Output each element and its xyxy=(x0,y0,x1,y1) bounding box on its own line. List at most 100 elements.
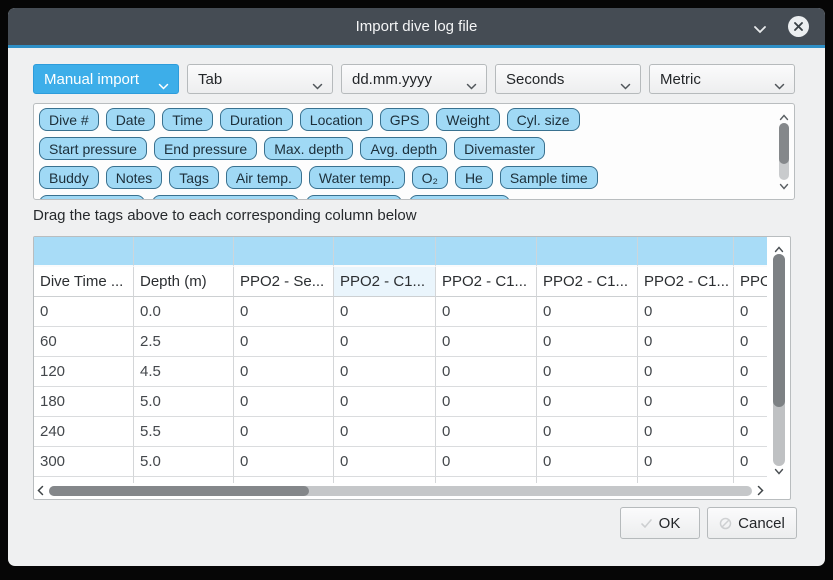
tag-panel-scrollbar[interactable] xyxy=(777,108,791,195)
table-cell: 0 xyxy=(334,417,436,447)
tag-buddy[interactable]: Buddy xyxy=(39,166,99,189)
column-drop-target[interactable] xyxy=(334,237,436,267)
tag-o[interactable]: O₂ xyxy=(412,166,448,189)
scrollbar-thumb[interactable] xyxy=(773,254,785,407)
table-cell: 0 xyxy=(334,447,436,477)
table-cell: 0 xyxy=(537,327,638,357)
field-separator-select[interactable]: Tab xyxy=(187,64,333,94)
tag-sample-cns[interactable]: Sample CNS xyxy=(409,195,510,200)
units-select[interactable]: Metric xyxy=(649,64,795,94)
scroll-right-icon[interactable] xyxy=(757,485,764,496)
tag-sample-po[interactable]: Sample pO₂ xyxy=(306,195,401,200)
titlebar-chevron-down-icon[interactable] xyxy=(753,21,767,39)
tag-cyl-size[interactable]: Cyl. size xyxy=(507,108,580,131)
table-cell: 0 xyxy=(734,297,767,327)
column-header[interactable]: PPO2 - Se... xyxy=(234,267,334,297)
tag-duration[interactable]: Duration xyxy=(220,108,293,131)
chevron-down-icon xyxy=(466,77,477,94)
column-header[interactable]: PPO2 - C1... xyxy=(436,267,537,297)
tag-date[interactable]: Date xyxy=(106,108,156,131)
column-drop-target[interactable] xyxy=(34,237,134,267)
cancel-button[interactable]: Cancel xyxy=(707,507,797,539)
table-row: 00.0000000 xyxy=(34,297,767,327)
tag-row: Dive # Date Time Duration Location GPS Weight C… xyxy=(39,108,766,131)
tag-panel: Dive # Date Time Duration Location GPS Weight C… xyxy=(33,103,795,200)
table-cell: 0 xyxy=(436,357,537,387)
table-row: 602.5000000 xyxy=(34,327,767,357)
table-cell: 0 xyxy=(537,387,638,417)
table-cell: 0 xyxy=(334,357,436,387)
table-cell: 2.5 xyxy=(134,327,234,357)
tag-avg-depth[interactable]: Avg. depth xyxy=(360,137,447,160)
table-cell: 0 xyxy=(638,327,734,357)
column-drop-target[interactable] xyxy=(638,237,734,267)
table-row: 1805.0000000 xyxy=(34,387,767,417)
tag-weight[interactable]: Weight xyxy=(436,108,499,131)
column-header[interactable]: Depth (m) xyxy=(134,267,234,297)
column-header[interactable]: PPO2 - C1... xyxy=(334,267,436,297)
table-cell: 120 xyxy=(34,357,134,387)
scrollbar-track[interactable] xyxy=(49,486,752,496)
tag-time[interactable]: Time xyxy=(162,108,213,131)
tag-divemaster[interactable]: Divemaster xyxy=(454,137,545,160)
select-value: Tab xyxy=(198,71,222,88)
tag-gps[interactable]: GPS xyxy=(380,108,430,131)
column-drop-target[interactable] xyxy=(134,237,234,267)
tag-sample-time[interactable]: Sample time xyxy=(500,166,598,189)
table-cell: 0 xyxy=(234,357,334,387)
date-format-select[interactable]: dd.mm.yyyy xyxy=(341,64,487,94)
column-drop-target[interactable] xyxy=(734,237,767,267)
table-cell: 0 xyxy=(334,387,436,417)
table-row: 1204.5000000 xyxy=(34,357,767,387)
duration-format-select[interactable]: Seconds xyxy=(495,64,641,94)
tag-notes[interactable]: Notes xyxy=(106,166,163,189)
table-cell: 0 xyxy=(537,417,638,447)
scroll-down-icon[interactable] xyxy=(779,177,789,195)
scrollbar-thumb[interactable] xyxy=(49,486,309,496)
column-drop-target[interactable] xyxy=(537,237,638,267)
ok-button[interactable]: OK xyxy=(620,507,700,539)
scrollbar-track[interactable] xyxy=(773,254,785,466)
column-header[interactable]: PPO2 - C1... xyxy=(638,267,734,297)
scroll-left-icon[interactable] xyxy=(37,485,44,496)
column-header[interactable]: PPO2 - C1... xyxy=(537,267,638,297)
table-cell: 0 xyxy=(734,447,767,477)
table-cell: 0 xyxy=(436,387,537,417)
column-drop-target[interactable] xyxy=(436,237,537,267)
tag-location[interactable]: Location xyxy=(300,108,373,131)
scrollbar-thumb[interactable] xyxy=(779,123,789,164)
table-cell: 0 xyxy=(638,447,734,477)
table-cell: 0 xyxy=(436,417,537,447)
tag-start-pressure[interactable]: Start pressure xyxy=(39,137,147,160)
tag-row: Start pressure End pressure Max. depth Avg.… xyxy=(39,137,766,160)
table-vertical-scrollbar[interactable] xyxy=(771,240,787,480)
tag-water-temp[interactable]: Water temp. xyxy=(309,166,405,189)
import-type-select[interactable]: Manual import xyxy=(33,64,179,94)
tag-dive[interactable]: Dive # xyxy=(39,108,99,131)
tag-max-depth[interactable]: Max. depth xyxy=(264,137,353,160)
chevron-down-icon xyxy=(312,77,323,94)
table-cell: 0.0 xyxy=(134,297,234,327)
close-button[interactable] xyxy=(787,15,810,38)
tag-end-pressure[interactable]: End pressure xyxy=(154,137,257,160)
tag-he[interactable]: He xyxy=(455,166,493,189)
scroll-down-icon[interactable] xyxy=(774,462,784,480)
tag-panel-rows: Dive # Date Time Duration Location GPS Weight C… xyxy=(39,108,766,200)
tag-sample-temperature[interactable]: Sample temperature xyxy=(152,195,299,200)
titlebar[interactable]: Import dive log file xyxy=(8,8,825,45)
column-drop-target[interactable] xyxy=(234,237,334,267)
table-cell: 5.5 xyxy=(134,417,234,447)
drag-instruction-label: Drag the tags above to each correspondin… xyxy=(33,207,417,224)
table-cell: 0 xyxy=(734,417,767,447)
table-cell: 0 xyxy=(537,357,638,387)
tag-air-temp[interactable]: Air temp. xyxy=(226,166,302,189)
table-cell: 0 xyxy=(436,327,537,357)
column-header[interactable]: Dive Time ... xyxy=(34,267,134,297)
table-horizontal-scrollbar[interactable] xyxy=(37,483,764,498)
column-header[interactable]: PPO2 xyxy=(734,267,767,297)
table-cell: 0 xyxy=(234,297,334,327)
tag-tags[interactable]: Tags xyxy=(169,166,219,189)
tag-sample-depth[interactable]: Sample depth xyxy=(39,195,145,200)
scrollbar-track[interactable] xyxy=(779,123,789,180)
table-cell: 0 xyxy=(638,357,734,387)
